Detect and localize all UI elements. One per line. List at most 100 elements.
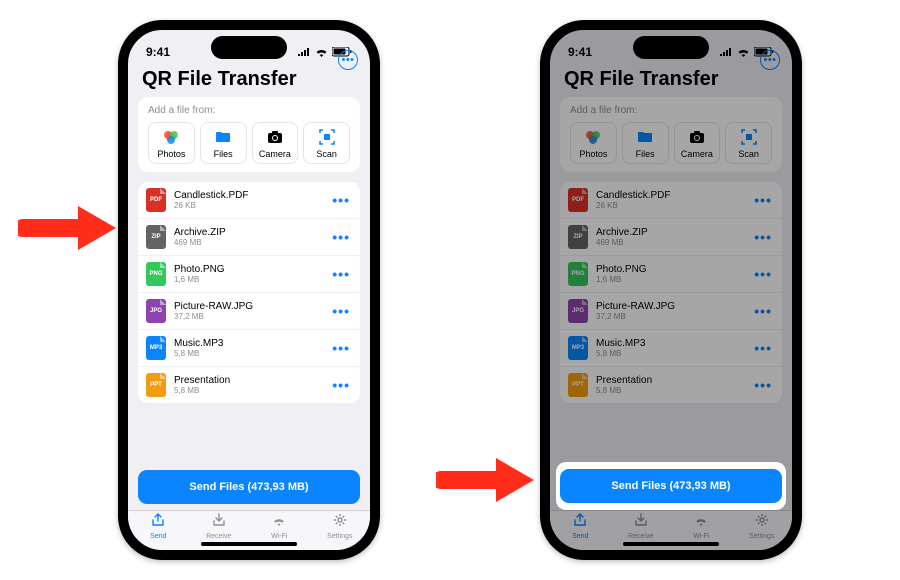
file-name: Archive.ZIP: [174, 227, 322, 238]
source-photos[interactable]: Photos: [148, 122, 195, 164]
file-actions-button[interactable]: •••: [752, 303, 774, 319]
source-camera[interactable]: Camera: [674, 122, 721, 164]
more-menu-button[interactable]: •••: [760, 50, 780, 70]
tab-label: Settings: [327, 533, 352, 540]
file-row[interactable]: PPTPresentation5,8 MB•••: [138, 367, 360, 403]
gear-icon: [755, 513, 769, 532]
tab-settings[interactable]: Settings: [310, 511, 371, 542]
tab-receive[interactable]: Receive: [611, 511, 672, 542]
file-actions-button[interactable]: •••: [752, 377, 774, 393]
file-name: Picture-RAW.JPG: [596, 301, 744, 312]
gear-icon: [333, 513, 347, 532]
file-name: Candlestick.PDF: [174, 190, 322, 201]
file-actions-button[interactable]: •••: [752, 266, 774, 282]
source-files[interactable]: Files: [622, 122, 669, 164]
file-actions-button[interactable]: •••: [330, 192, 352, 208]
tab-label: Send: [150, 533, 166, 540]
file-actions-button[interactable]: •••: [752, 192, 774, 208]
tutorial-highlight: Send Files (473,93 MB): [556, 462, 786, 510]
source-label: Photos: [579, 149, 607, 159]
tab-label: Receive: [206, 533, 231, 540]
callout-arrow-2: [436, 450, 536, 510]
source-photos[interactable]: Photos: [570, 122, 617, 164]
file-size: 5,8 MB: [596, 349, 744, 358]
file-type-icon: ZIP: [568, 225, 588, 249]
camera-icon: [689, 129, 705, 145]
camera-icon: [267, 129, 283, 145]
file-size: 37,2 MB: [174, 312, 322, 321]
file-name: Candlestick.PDF: [596, 190, 744, 201]
file-row[interactable]: PNGPhoto.PNG1,6 MB•••: [138, 256, 360, 293]
file-row[interactable]: MP3Music.MP35,8 MB•••: [560, 330, 782, 367]
file-list: PDFCandlestick.PDF26 KB••• ZIP Archive.ZIP…: [560, 182, 782, 403]
status-time: 9:41: [146, 45, 170, 59]
share-icon: [151, 513, 165, 532]
source-label: Files: [214, 149, 233, 159]
add-file-label: Add a file from:: [148, 105, 350, 116]
file-row[interactable]: PNGPhoto.PNG1,6 MB•••: [560, 256, 782, 293]
tab-label: Send: [572, 533, 588, 540]
file-actions-button[interactable]: •••: [330, 340, 352, 356]
file-row[interactable]: PDF Candlestick.PDF26 KB •••: [138, 182, 360, 219]
scan-icon: [741, 129, 757, 145]
device-notch: [633, 36, 709, 59]
add-file-sources: Photos Files Camera: [570, 122, 772, 164]
source-files[interactable]: Files: [200, 122, 247, 164]
tab-label: Wi-Fi: [271, 533, 287, 540]
source-label: Photos: [157, 149, 185, 159]
file-row[interactable]: MP3Music.MP35,8 MB•••: [138, 330, 360, 367]
file-row[interactable]: ZIP Archive.ZIP469 MB •••: [560, 219, 782, 256]
page-title: QR File Transfer: [564, 68, 719, 91]
file-row[interactable]: ZIPArchive.ZIP469 MB•••: [138, 219, 360, 256]
wifi-icon: [272, 514, 286, 532]
tab-wifi[interactable]: Wi-Fi: [249, 511, 310, 542]
source-camera[interactable]: Camera: [252, 122, 299, 164]
file-name: Archive.ZIP: [596, 227, 744, 238]
source-label: Files: [636, 149, 655, 159]
file-size: 5,8 MB: [596, 386, 744, 395]
file-size: 26 KB: [174, 201, 322, 210]
tab-send[interactable]: Send: [128, 511, 189, 542]
send-files-button[interactable]: Send Files (473,93 MB): [560, 469, 782, 503]
file-type-icon: PPT: [146, 373, 166, 397]
add-file-card: Add a file from: Photos Files: [560, 97, 782, 172]
file-row[interactable]: PPTPresentation5,8 MB•••: [560, 367, 782, 403]
source-label: Scan: [738, 149, 759, 159]
add-file-label: Add a file from:: [570, 105, 772, 116]
tab-receive[interactable]: Receive: [189, 511, 250, 542]
tab-send[interactable]: Send: [550, 511, 611, 542]
file-name: Presentation: [596, 375, 744, 386]
file-size: 469 MB: [174, 238, 322, 247]
file-type-icon: PDF: [146, 188, 166, 212]
file-size: 1,6 MB: [174, 275, 322, 284]
tab-label: Wi-Fi: [693, 533, 709, 540]
file-actions-button[interactable]: •••: [330, 303, 352, 319]
file-name: Picture-RAW.JPG: [174, 301, 322, 312]
tab-wifi[interactable]: Wi-Fi: [671, 511, 732, 542]
file-actions-button[interactable]: •••: [330, 229, 352, 245]
file-row[interactable]: JPGPicture-RAW.JPG37,2 MB•••: [560, 293, 782, 330]
file-actions-button[interactable]: •••: [752, 229, 774, 245]
inbox-icon: [634, 513, 648, 532]
file-row[interactable]: PDFCandlestick.PDF26 KB•••: [560, 182, 782, 219]
file-row[interactable]: JPGPicture-RAW.JPG37,2 MB•••: [138, 293, 360, 330]
file-actions-button[interactable]: •••: [330, 266, 352, 282]
page-title: QR File Transfer: [142, 68, 297, 91]
tab-settings[interactable]: Settings: [732, 511, 793, 542]
file-size: 1,6 MB: [596, 275, 744, 284]
file-type-icon: PNG: [568, 262, 588, 286]
folder-icon: [215, 129, 231, 145]
more-menu-button[interactable]: •••: [338, 50, 358, 70]
source-label: Camera: [681, 149, 713, 159]
source-scan[interactable]: Scan: [725, 122, 772, 164]
file-actions-button[interactable]: •••: [330, 377, 352, 393]
source-scan[interactable]: Scan: [303, 122, 350, 164]
file-actions-button[interactable]: •••: [752, 340, 774, 356]
add-file-card: Add a file from: Photos Files: [138, 97, 360, 172]
file-name: Music.MP3: [174, 338, 322, 349]
file-type-icon: PNG: [146, 262, 166, 286]
send-files-button[interactable]: Send Files (473,93 MB): [138, 470, 360, 504]
file-size: 469 MB: [596, 238, 744, 247]
status-time: 9:41: [568, 45, 592, 59]
ellipsis-icon: •••: [763, 55, 776, 66]
